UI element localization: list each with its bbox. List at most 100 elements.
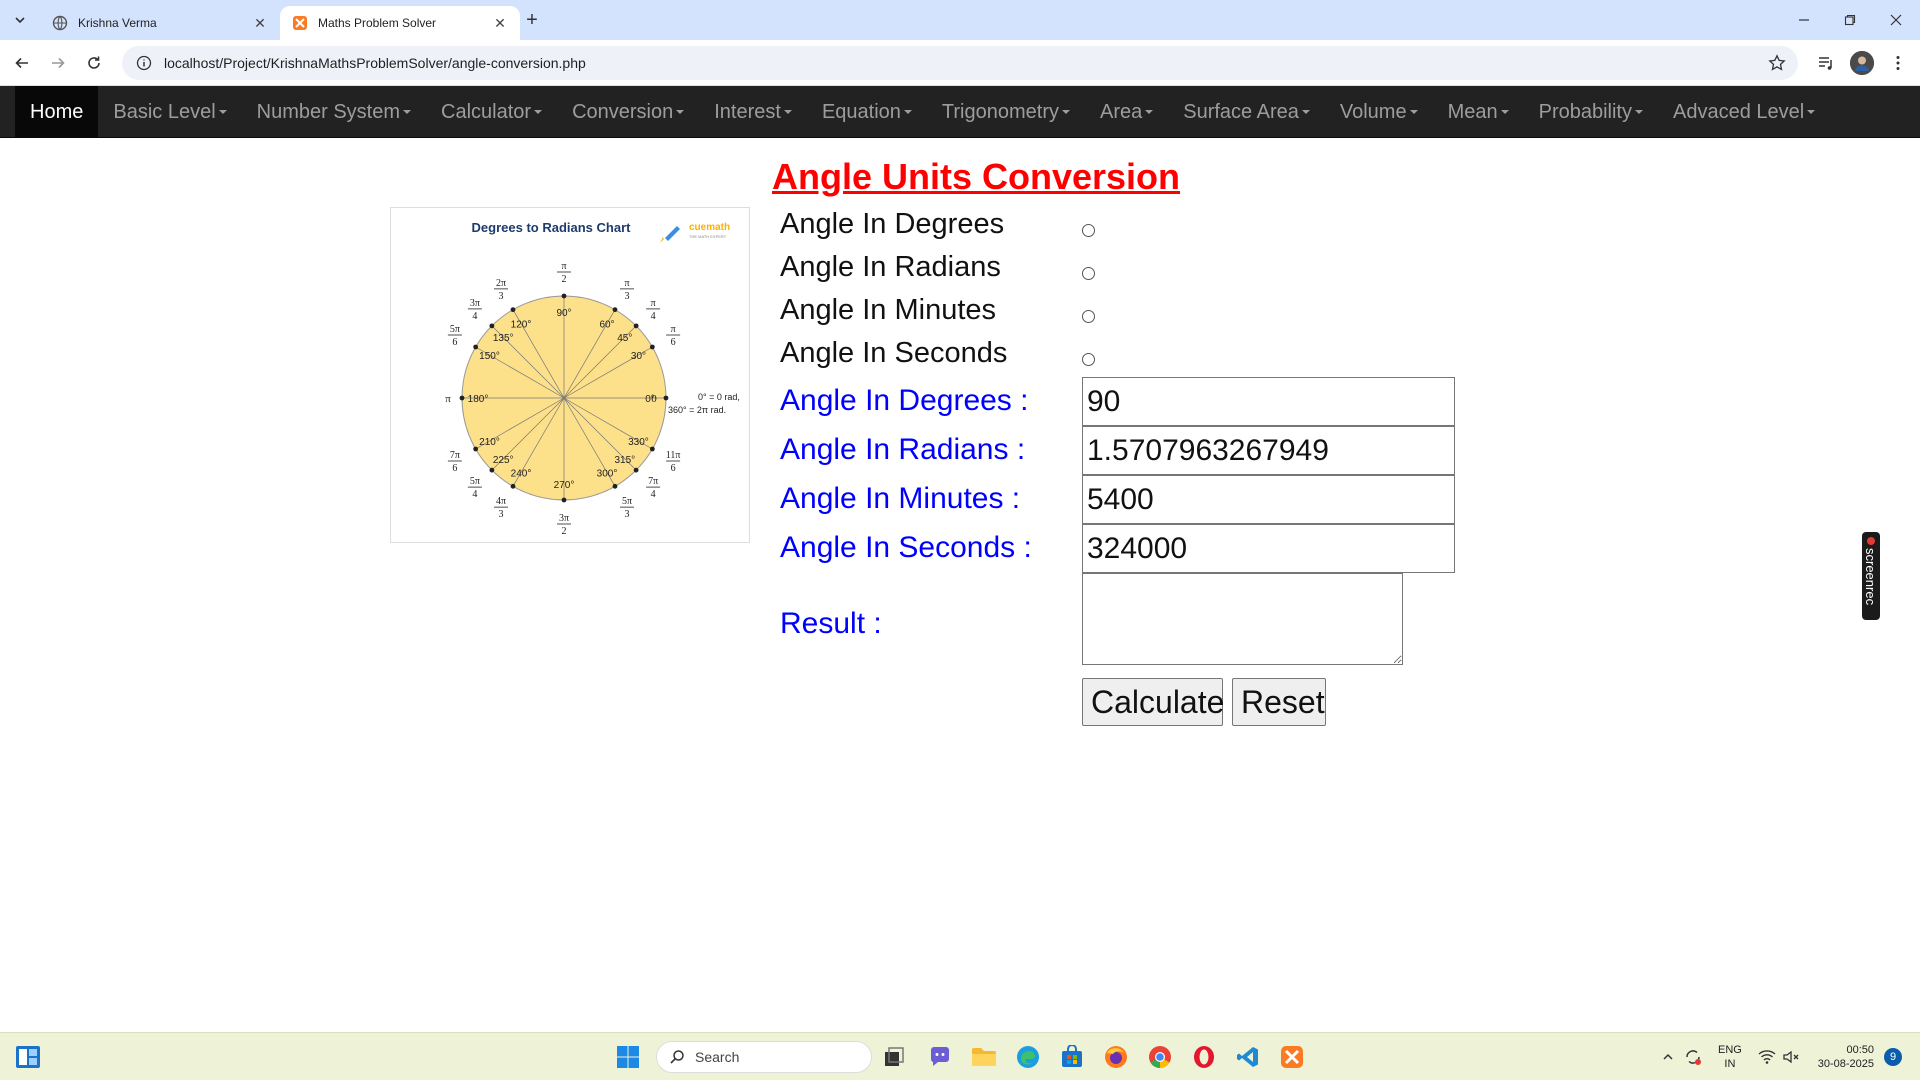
address-bar[interactable]: localhost/Project/KrishnaMathsProblemSol…	[122, 46, 1798, 80]
opera-button[interactable]	[1190, 1043, 1218, 1071]
edge-browser-button[interactable]	[1014, 1043, 1042, 1071]
clock-time: 00:50	[1846, 1044, 1874, 1056]
task-view-button[interactable]	[880, 1043, 908, 1071]
nav-item-label: Probability	[1538, 100, 1632, 123]
chat-app-button[interactable]	[926, 1043, 954, 1071]
browser-tab[interactable]: Krishna Verma ✕	[40, 6, 280, 40]
angle-point	[663, 395, 669, 401]
nav-menu: Home Basic Level Number System Calculator Co…	[15, 86, 1920, 138]
chat-icon	[930, 1047, 949, 1066]
url-text[interactable]: localhost/Project/KrishnaMathsProblemSol…	[164, 55, 586, 71]
chrome-button[interactable]	[1146, 1043, 1174, 1071]
new-tab-button[interactable]: +	[520, 8, 544, 32]
close-tab-icon[interactable]: ✕	[492, 15, 508, 31]
angle-point	[473, 446, 479, 452]
option-seconds-radio[interactable]	[1082, 353, 1095, 366]
language-indicator[interactable]: ENG IN	[1718, 1033, 1742, 1081]
degree-label: 60°	[599, 320, 614, 331]
chevron-up-icon	[1663, 1053, 1673, 1060]
radian-denominator: 3	[499, 291, 504, 302]
caret-down-icon	[218, 110, 227, 114]
opera-icon	[1194, 1046, 1214, 1068]
nav-item-number-system[interactable]: Number System	[242, 86, 426, 138]
nav-item-equation[interactable]: Equation	[807, 86, 927, 138]
cuemath-logo: cuemath THE MATH EXPERT	[660, 222, 730, 243]
radian-numerator: π	[624, 278, 629, 289]
firefox-icon	[1105, 1046, 1127, 1068]
option-degrees-radio[interactable]	[1082, 224, 1095, 237]
nav-item-area[interactable]: Area	[1085, 86, 1168, 138]
radian-numerator: 3π	[470, 298, 480, 309]
nav-item-home[interactable]: Home	[15, 86, 99, 138]
degree-label: 135°	[493, 333, 514, 344]
option-radians-radio[interactable]	[1082, 267, 1095, 280]
network-button[interactable]	[1758, 1033, 1776, 1081]
nav-item-trigonometry[interactable]: Trigonometry	[927, 86, 1085, 138]
forward-button[interactable]	[42, 47, 74, 79]
option-minutes-radio[interactable]	[1082, 310, 1095, 323]
radian-numerator: π	[561, 261, 566, 272]
nav-item-advaced-level[interactable]: Advaced Level	[1658, 86, 1830, 138]
seconds-input[interactable]	[1082, 524, 1455, 573]
option-radians-label: Angle In Radians	[780, 251, 1001, 283]
degree-label: 120°	[511, 320, 532, 331]
screenrec-widget[interactable]: screenrec	[1862, 532, 1880, 620]
browser-menu-button[interactable]	[1886, 51, 1910, 75]
vscode-button[interactable]	[1234, 1043, 1262, 1071]
nav-item-interest[interactable]: Interest	[699, 86, 807, 138]
degrees-input[interactable]	[1082, 377, 1455, 426]
restore-button[interactable]	[1828, 0, 1872, 40]
minimize-button[interactable]	[1782, 0, 1826, 40]
media-control-button[interactable]	[1814, 51, 1838, 75]
vscode-icon	[1237, 1047, 1258, 1067]
nav-item-calculator[interactable]: Calculator	[426, 86, 557, 138]
zero-note-line1: 0° = 0 rad,	[698, 392, 740, 402]
nav-item-label: Volume	[1339, 100, 1407, 123]
option-minutes-label: Angle In Minutes	[780, 294, 997, 326]
nav-item-surface-area[interactable]: Surface Area	[1168, 86, 1325, 138]
taskbar-clock[interactable]: 00:50 30-08-2025	[1810, 1043, 1874, 1071]
reload-button[interactable]	[78, 47, 110, 79]
calculate-button[interactable]: Calculate	[1082, 678, 1224, 726]
tab-search-button[interactable]	[8, 8, 32, 32]
close-window-button[interactable]	[1874, 0, 1918, 40]
reset-button[interactable]: Reset	[1232, 678, 1326, 726]
show-hidden-icons-button[interactable]	[1662, 1033, 1674, 1081]
windows-logo-icon	[617, 1046, 639, 1068]
brand-text: cuemath	[689, 222, 730, 233]
radian-numerator: π	[671, 324, 676, 335]
nav-item-mean[interactable]: Mean	[1433, 86, 1524, 138]
angle-point	[510, 307, 516, 313]
nav-item-label: Surface Area	[1183, 100, 1299, 123]
browser-tab-active[interactable]: Maths Problem Solver ✕	[280, 6, 520, 40]
firefox-button[interactable]	[1102, 1043, 1130, 1071]
profile-avatar[interactable]	[1850, 51, 1874, 75]
volume-button[interactable]	[1782, 1033, 1800, 1081]
radian-denominator: 6	[671, 463, 676, 474]
site-info-icon[interactable]	[136, 55, 152, 71]
nav-item-label: Area	[1099, 100, 1143, 123]
close-tab-icon[interactable]: ✕	[252, 15, 268, 31]
radian-denominator: 3	[499, 509, 504, 520]
nav-item-conversion[interactable]: Conversion	[557, 86, 699, 138]
radians-input[interactable]	[1082, 426, 1455, 475]
start-button[interactable]	[614, 1043, 642, 1071]
bookmark-star-icon[interactable]	[1768, 54, 1786, 72]
nav-item-volume[interactable]: Volume	[1325, 86, 1433, 138]
xampp-button[interactable]	[1278, 1043, 1306, 1071]
result-textarea[interactable]	[1082, 573, 1403, 665]
minutes-input[interactable]	[1082, 475, 1455, 524]
volume-muted-icon	[1783, 1050, 1799, 1064]
store-button[interactable]	[1058, 1043, 1086, 1071]
sync-tray-icon-button[interactable]	[1684, 1033, 1702, 1081]
radian-numerator: 7π	[450, 450, 460, 461]
notification-badge[interactable]: 9	[1884, 1048, 1902, 1066]
degrees-radians-chart-image: Degrees to Radians Chart cuemath THE MAT…	[390, 207, 750, 543]
nav-item-basic-level[interactable]: Basic Level	[98, 86, 241, 138]
back-button[interactable]	[6, 47, 38, 79]
taskbar-search[interactable]: Search	[656, 1041, 872, 1073]
file-explorer-button[interactable]	[970, 1043, 998, 1071]
radian-numerator: π	[651, 298, 656, 309]
widgets-button[interactable]	[14, 1043, 42, 1071]
nav-item-probability[interactable]: Probability	[1524, 86, 1658, 138]
